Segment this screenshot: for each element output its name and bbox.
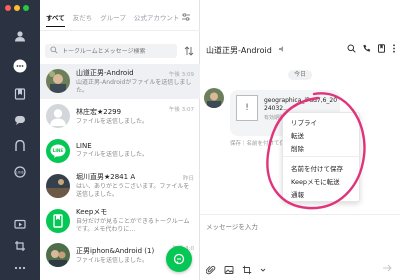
conversation-panel: 山道正男-Android 今日 ! geographica_iPad7,6_20… [200, 0, 400, 280]
openchat-icon[interactable] [12, 112, 28, 128]
chat-list-panel: すべて 友だち グループ 公式アカウント 山道正男-Android 山道正男-A… [40, 0, 200, 280]
line-logo-icon: LINE [46, 138, 70, 163]
phone-icon[interactable] [362, 44, 371, 55]
filter-tabs: すべて 友だち グループ 公式アカウント [40, 12, 200, 30]
chat-preview: はい、ありがとうございます。ファイルを送信しました。 [76, 183, 190, 199]
mute-icon [278, 45, 286, 55]
chat-time: 昨日 [182, 176, 194, 183]
chat-preview: ファイルを送信しました。 [76, 117, 149, 125]
tab-groups[interactable]: グループ [100, 12, 126, 26]
sender-avatar[interactable] [204, 88, 224, 108]
settings-icon[interactable] [12, 260, 28, 276]
avatar [46, 243, 70, 268]
tab-all[interactable]: すべて [46, 12, 65, 27]
hand-drawn-circle-annotation [266, 92, 366, 210]
chat-item-yamamichi-android[interactable]: 山道正男-Android 山道正男-Androidがファイルを送信しました。 午… [40, 64, 200, 99]
avatar [46, 173, 70, 198]
chat-name: Keepメモ [76, 208, 108, 217]
media-icon[interactable] [12, 216, 28, 232]
chat-list: 山道正男-Android 山道正男-Androidがファイルを送信しました。 午… [40, 64, 200, 273]
window-controls [5, 5, 29, 11]
attach-file-icon[interactable] [205, 265, 216, 277]
tab-settings-icon[interactable] [181, 12, 191, 24]
timeline-icon[interactable] [12, 138, 28, 154]
chat-bubble-icon[interactable] [12, 58, 28, 74]
chat-preview: 自分だけが見ることができるトークルームです。メモ代わりに… [76, 218, 190, 234]
tab-friends[interactable]: 友だち [73, 12, 93, 26]
search-bar[interactable] [45, 44, 177, 58]
conversation-title: 山道正男-Android [206, 46, 272, 55]
person-icon[interactable] [12, 28, 28, 44]
chat-time: 午後 3:07 [168, 106, 194, 113]
file-warning-icon: ! [236, 95, 258, 121]
send-button[interactable] [382, 263, 392, 275]
message-input[interactable] [206, 221, 392, 251]
chevron-down-icon[interactable] [260, 267, 266, 275]
left-rail: LINE [0, 0, 40, 280]
new-chat-button[interactable] [166, 246, 192, 272]
chat-time: 午後 3:09 [168, 72, 194, 78]
chat-item-line[interactable]: LINE LINE ファイルを送信しました。 [40, 134, 200, 169]
chat-name: 堀川直男★2841 A [76, 173, 136, 182]
chat-item-hayashi[interactable]: 林庄宏★2299 ファイルを送信しました。 午後 3:07 [40, 99, 200, 134]
date-divider: 今日 [288, 70, 313, 80]
svg-text:LINE: LINE [16, 171, 25, 175]
chat-name: LINE [76, 142, 92, 151]
search-icon [50, 46, 58, 56]
minimize-window-button[interactable] [14, 5, 20, 11]
sort-icon[interactable] [184, 46, 194, 58]
tab-official-accounts[interactable]: 公式アカウント [134, 12, 180, 26]
chat-item-keep-memo[interactable]: Keepメモ 自分だけが見ることができるトークルームです。メモ代わりに… [40, 203, 200, 238]
keep-note-icon[interactable] [12, 86, 28, 102]
avatar [46, 104, 70, 129]
image-icon[interactable] [224, 265, 234, 277]
message-composer [200, 214, 400, 280]
crop-icon[interactable] [12, 238, 28, 254]
avatar [46, 69, 70, 94]
chat-preview: 山道正男-Androidがファイルを送信しました。 [76, 78, 192, 94]
chat-preview: ファイルを送信しました。 [76, 151, 149, 159]
conversation-header: 山道正男-Android [200, 0, 400, 70]
zoom-window-button[interactable] [23, 5, 29, 11]
chat-item-horikawa[interactable]: 堀川直男★2841 A はい、ありがとうございます。ファイルを送信しました。 昨… [40, 168, 200, 203]
svg-text:LINE: LINE [53, 148, 64, 153]
line-circle-icon[interactable]: LINE [12, 164, 28, 180]
search-input[interactable] [62, 47, 172, 55]
search-icon[interactable] [347, 44, 356, 55]
divider [40, 30, 200, 31]
crop-screenshot-icon[interactable] [242, 265, 252, 277]
notes-icon[interactable] [377, 44, 386, 55]
more-options-icon[interactable] [392, 44, 396, 55]
keep-memo-icon [46, 208, 70, 233]
close-window-button[interactable] [5, 5, 11, 11]
